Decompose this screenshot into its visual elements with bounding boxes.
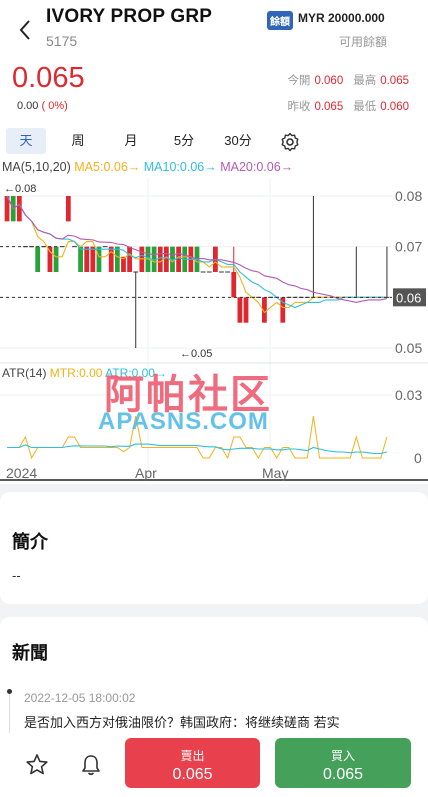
candle-body <box>96 246 102 272</box>
kline-svg: 0.08 0.07 0.05 0.06 ←0.08 ←0.05 0.03 0 2024 Apr Ma… <box>0 178 428 481</box>
atr-value-legend: ATR:0.00→ <box>105 366 167 380</box>
bell-icon[interactable] <box>78 752 104 778</box>
candle-body <box>176 246 182 272</box>
tab-day[interactable]: 天 <box>6 128 46 154</box>
x-tick-label: 2024 <box>6 465 37 481</box>
balance-badge: 餘額 <box>267 11 293 30</box>
high-value: 0.065 <box>380 75 409 87</box>
candle-body <box>16 196 22 222</box>
tab-30min[interactable]: 30分 <box>220 128 256 154</box>
mtr-legend: MTR:0.00 <box>49 366 103 380</box>
ma20-legend: MA20:0.06→ <box>220 160 294 174</box>
candle-body <box>237 297 243 323</box>
candle-body <box>35 246 41 272</box>
atr-legend: ATR(14) MTR:0.00 ATR:0.00→ <box>2 366 167 380</box>
sell-button[interactable]: 賣出 0.065 <box>125 738 260 788</box>
open-value: 0.060 <box>314 75 344 87</box>
ma5-legend: MA5:0.06→ <box>74 160 141 174</box>
intro-card: 簡介 -- <box>0 492 428 604</box>
prev-close-label: 昨收 <box>287 101 311 113</box>
quote-panel: 0.065 0.00 ( 0%) 今開 0.060 最高 0.065 昨收 0.065 最… <box>0 58 428 122</box>
sell-price: 0.065 <box>172 766 213 783</box>
candle-body <box>243 297 249 323</box>
candle-body <box>163 246 169 272</box>
prev-close-value: 0.065 <box>314 101 344 113</box>
candle-body <box>84 246 90 272</box>
intro-text: -- <box>12 568 21 583</box>
current-price-tag-text: 0.06 <box>396 290 421 305</box>
atr-legend-title: ATR(14) <box>2 366 47 380</box>
x-tick-label: May <box>262 465 288 481</box>
period-tabs: 天 周 月 5分 30分 <box>0 122 428 158</box>
ma-legend: MA(5,10,20) MA5:0.06→ MA10:0.06→ MA20:0.… <box>2 160 293 174</box>
high-label: 最高 <box>353 75 377 87</box>
change-percent: ( 0%) <box>41 100 68 112</box>
y-tick-label: 0.05 <box>395 340 422 356</box>
bottom-action-bar: 賣出 0.065 買入 0.065 <box>0 733 428 797</box>
atr-y-tick: 0 <box>414 450 422 466</box>
atr-y-tick: 0.03 <box>395 387 422 403</box>
x-tick-label: Apr <box>135 465 157 481</box>
candle-body <box>53 246 59 272</box>
balance-label: 可用餘額 <box>338 35 387 49</box>
ma-legend-title: MA(5,10,20) <box>2 160 71 174</box>
candle-body <box>114 246 120 272</box>
gear-icon[interactable] <box>280 132 300 152</box>
candle-body <box>47 246 53 272</box>
change-value: 0.00 <box>17 100 39 112</box>
tab-week[interactable]: 周 <box>60 128 96 154</box>
candle-body <box>90 246 96 272</box>
candle-body <box>108 246 114 272</box>
stock-code: 5175 <box>46 33 78 49</box>
high-marker: ←0.08 <box>4 183 36 195</box>
last-price: 0.065 <box>12 62 85 94</box>
balance-value: MYR 20000.000 <box>298 11 385 25</box>
buy-price: 0.065 <box>322 766 364 783</box>
buy-label: 買入 <box>330 749 355 763</box>
back-arrow-icon[interactable] <box>16 18 36 42</box>
low-marker: ←0.05 <box>180 348 212 360</box>
candle-body <box>157 246 163 272</box>
news-item-title[interactable]: 是否加入西方对俄油限价？韩国政府：将继续磋商 若实 <box>24 712 340 731</box>
open-label: 今開 <box>287 75 311 87</box>
sell-label: 賣出 <box>180 749 205 763</box>
star-icon[interactable] <box>24 752 50 778</box>
price-change: 0.00 ( 0%) <box>17 100 68 112</box>
candle-body <box>231 272 237 298</box>
tab-5min[interactable]: 5分 <box>166 128 202 154</box>
low-value: 0.060 <box>380 101 409 113</box>
kline-chart[interactable]: 0.08 0.07 0.05 0.06 ←0.08 ←0.05 0.03 0 2024 Apr Ma… <box>0 158 428 484</box>
buy-button[interactable]: 買入 0.065 <box>275 738 411 788</box>
intro-title: 簡介 <box>12 532 48 552</box>
y-tick-label: 0.08 <box>395 188 422 204</box>
header: IVORY PROP GRP 5175 餘額 MYR 20000.000 可用餘… <box>0 0 428 58</box>
atr-line <box>7 443 388 455</box>
quote-stats: 今開 0.060 最高 0.065 昨收 0.065 最低 0.060 <box>287 68 409 120</box>
ma10-legend: MA10:0.06→ <box>143 160 217 174</box>
candle-body <box>78 246 83 272</box>
candle-body <box>127 246 132 272</box>
tab-month[interactable]: 月 <box>113 128 149 154</box>
news-title: 新聞 <box>12 643 48 663</box>
news-item-time: 2022-12-05 18:00:02 <box>24 691 136 705</box>
mtr-line <box>7 415 388 460</box>
candle-body <box>65 196 71 222</box>
stock-title: IVORY PROP GRP <box>46 6 213 27</box>
y-tick-label: 0.07 <box>395 239 422 255</box>
low-label: 最低 <box>353 101 377 113</box>
